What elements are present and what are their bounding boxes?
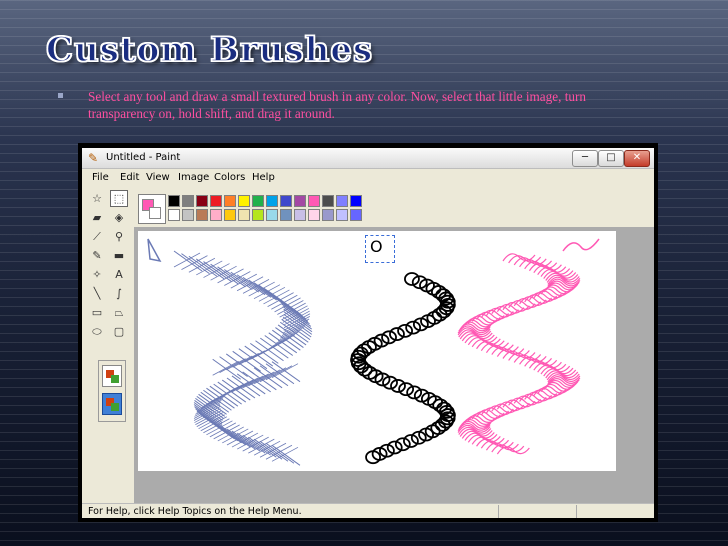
color-swatch[interactable] (252, 209, 264, 221)
status-help-text: For Help, click Help Topics on the Help … (88, 506, 302, 517)
color-swatch[interactable] (182, 195, 194, 207)
color-swatch[interactable] (238, 195, 250, 207)
color-palette (138, 194, 378, 224)
rounded-rect-icon[interactable]: ▢ (110, 323, 128, 340)
minimize-button[interactable]: ─ (572, 150, 598, 167)
slide-title: Custom Brushes (45, 29, 374, 71)
airbrush-icon[interactable]: ✧ (88, 266, 106, 283)
selected-brush-glyph: O (370, 237, 383, 256)
menu-edit[interactable]: Edit (120, 172, 139, 183)
magnifier-icon[interactable]: ⚲ (110, 228, 128, 245)
color-swatch[interactable] (280, 195, 292, 207)
fill-bucket-icon[interactable]: ◈ (110, 209, 128, 226)
blue-brush-mark (212, 360, 239, 376)
black-ring-mark (403, 434, 419, 448)
color-swatch[interactable] (196, 195, 208, 207)
menu-bar: File Edit View Image Colors Help (82, 169, 654, 186)
color-swatch[interactable] (168, 195, 180, 207)
drawing-strokes (147, 238, 600, 466)
color-swatch[interactable] (238, 209, 250, 221)
eyedropper-icon[interactable]: ⟋ (88, 228, 106, 245)
menu-view[interactable]: View (146, 172, 170, 183)
rectangle-icon[interactable]: ▭ (88, 304, 106, 321)
pink-brush-mark (496, 446, 530, 455)
menu-colors[interactable]: Colors (214, 172, 245, 183)
status-bar: For Help, click Help Topics on the Help … (82, 503, 654, 518)
blue-brush-mark (188, 257, 216, 273)
color-swatch[interactable] (266, 195, 278, 207)
color-swatch[interactable] (182, 209, 194, 221)
pink-brush-mark (502, 399, 536, 408)
blue-brush-tip (147, 238, 162, 263)
background-color (149, 207, 161, 219)
bullet-text: Select any tool and draw a small texture… (88, 89, 586, 121)
toolbox: ☆ ⬚ ▰ ◈ ⟋ ⚲ ✎ ▬ ✧ A ╲ ∫ ▭ ⏢ ⬭ ▢ (86, 190, 134, 422)
bullet-marker (58, 93, 63, 98)
color-swatch[interactable] (294, 209, 306, 221)
text-icon[interactable]: A (110, 266, 128, 283)
color-swatch[interactable] (210, 209, 222, 221)
current-colors (138, 194, 166, 224)
pink-brush-mark (502, 301, 536, 311)
black-ring-mark (390, 379, 406, 393)
menu-help[interactable]: Help (252, 172, 275, 183)
blue-brush-mark (173, 252, 201, 268)
free-select-icon[interactable]: ☆ (88, 190, 106, 207)
brush-icon[interactable]: ▬ (110, 247, 128, 264)
maximize-button[interactable]: □ (598, 150, 624, 167)
menu-file[interactable]: File (92, 172, 109, 183)
black-ring-mark (397, 323, 413, 338)
color-swatch[interactable] (308, 209, 320, 221)
canvas-area: O (134, 227, 654, 503)
curve-icon[interactable]: ∫ (110, 285, 128, 302)
color-swatch[interactable] (322, 195, 334, 207)
paint-app-icon: ✎ (88, 151, 99, 165)
opaque-option[interactable] (102, 365, 122, 387)
color-swatch[interactable] (196, 209, 208, 221)
pink-brush-tip (562, 238, 600, 252)
ellipse-icon[interactable]: ⬭ (88, 323, 106, 340)
rect-select-icon[interactable]: ⬚ (110, 190, 128, 207)
black-ring-mark (398, 382, 415, 397)
black-ring-mark (394, 437, 411, 452)
color-swatch[interactable] (280, 209, 292, 221)
menu-image[interactable]: Image (178, 172, 209, 183)
pencil-icon[interactable]: ✎ (88, 247, 106, 264)
polygon-icon[interactable]: ⏢ (110, 304, 128, 321)
color-swatch[interactable] (350, 209, 362, 221)
color-swatch[interactable] (294, 195, 306, 207)
paint-window: ✎ Untitled - Paint ─ □ ✕ File Edit View … (82, 148, 654, 518)
pink-brush-mark (524, 358, 558, 367)
color-swatch[interactable] (210, 195, 222, 207)
color-swatch[interactable] (168, 209, 180, 221)
close-button[interactable]: ✕ (624, 150, 650, 167)
paint-screenshot: ✎ Untitled - Paint ─ □ ✕ File Edit View … (78, 143, 658, 522)
color-swatch[interactable] (266, 209, 278, 221)
color-swatch[interactable] (252, 195, 264, 207)
slide-background: Custom Brushes Select any tool and draw … (0, 0, 728, 546)
window-title: Untitled - Paint (106, 152, 181, 163)
color-swatch[interactable] (224, 195, 236, 207)
drawing-canvas[interactable]: O (138, 231, 616, 471)
color-swatch[interactable] (336, 209, 348, 221)
color-swatch[interactable] (350, 195, 362, 207)
line-icon[interactable]: ╲ (88, 285, 106, 302)
black-ring-mark (389, 327, 405, 341)
transparent-option[interactable] (102, 393, 122, 415)
color-swatch[interactable] (322, 209, 334, 221)
eraser-icon[interactable]: ▰ (88, 209, 106, 226)
color-swatch[interactable] (336, 195, 348, 207)
blue-brush-mark (181, 255, 208, 270)
title-bar[interactable]: ✎ Untitled - Paint ─ □ ✕ (82, 148, 654, 169)
color-swatch[interactable] (308, 195, 320, 207)
blue-brush-mark (219, 358, 246, 373)
pink-brush-mark (524, 261, 558, 270)
tool-options-box (98, 360, 126, 422)
color-swatch[interactable] (224, 209, 236, 221)
pink-brush-mark (491, 444, 525, 453)
